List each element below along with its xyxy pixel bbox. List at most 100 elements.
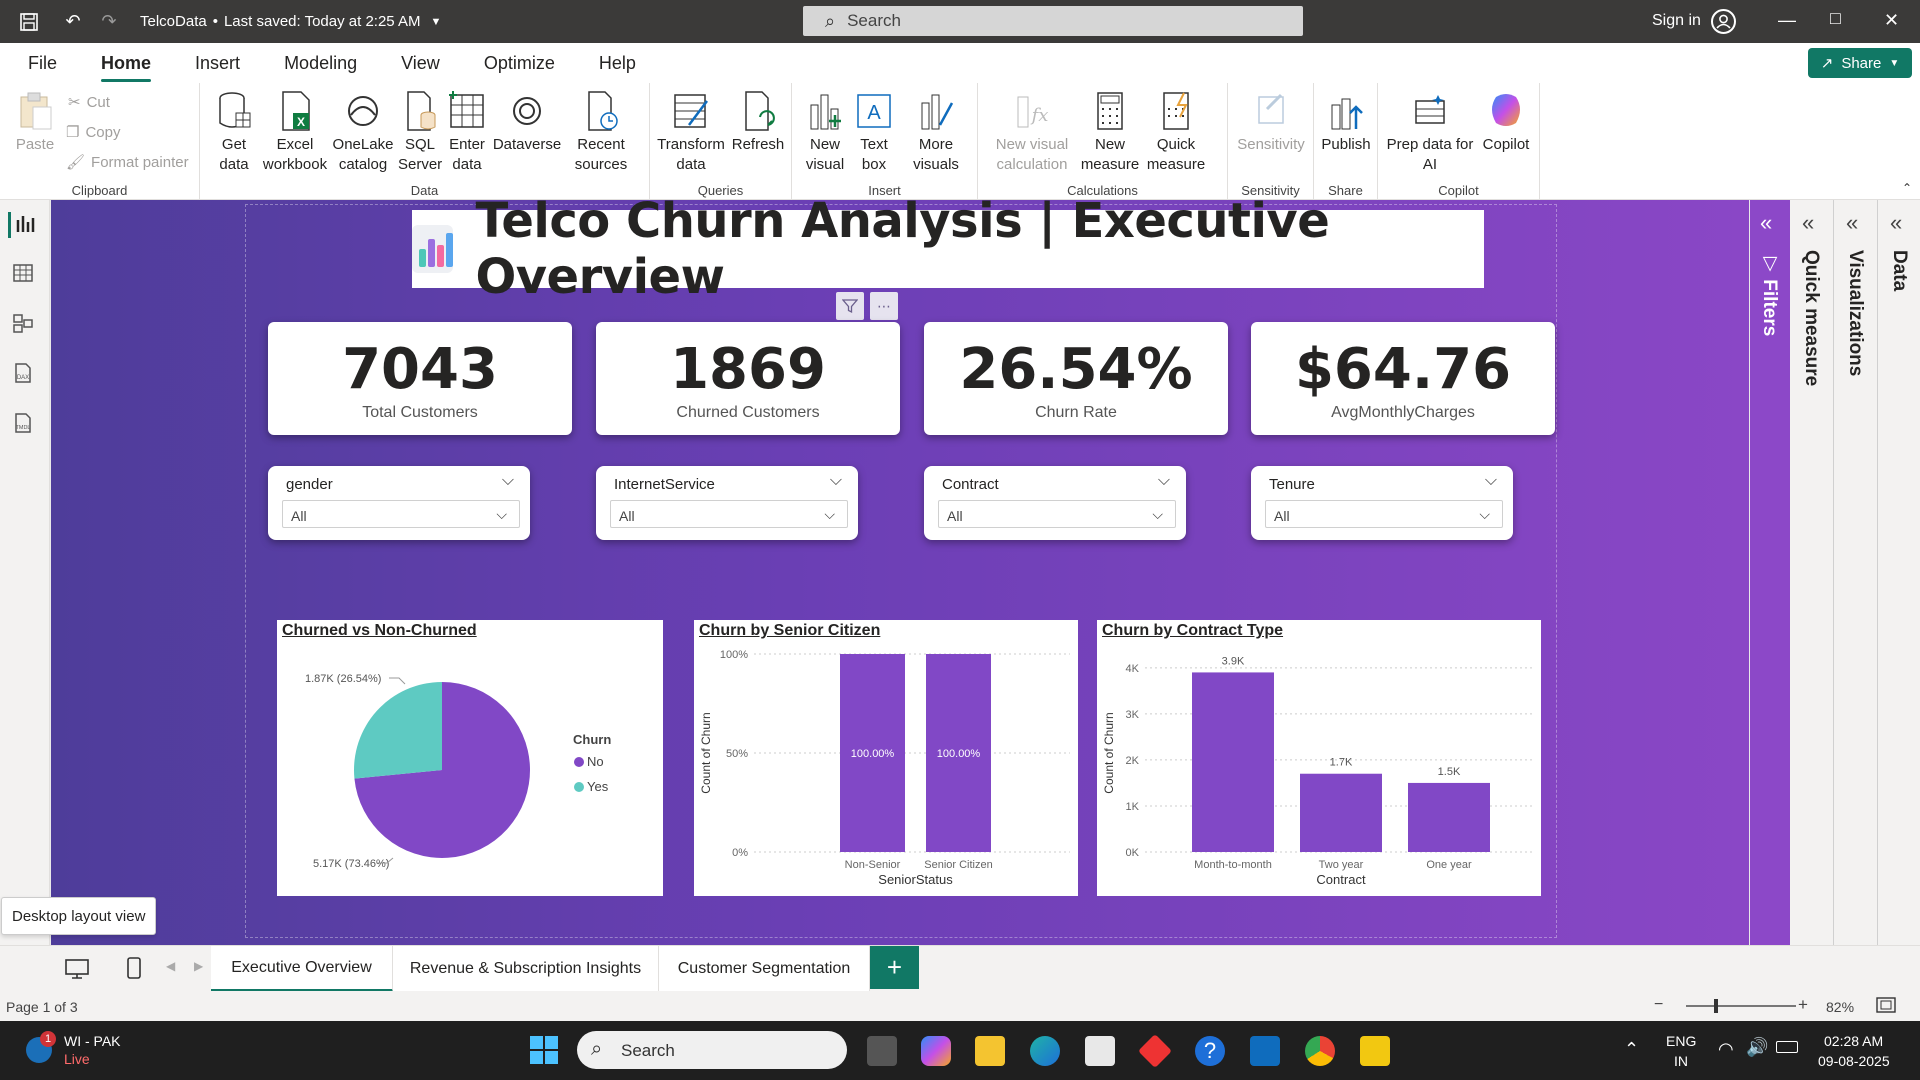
lang1[interactable]: ENG [1666, 1033, 1696, 1049]
publish-button[interactable]: Publish [1318, 89, 1374, 155]
filters-pane[interactable]: « ▽ Filters [1750, 200, 1790, 945]
zoom-slider[interactable] [1686, 999, 1796, 1013]
new-visual-calculation-button[interactable]: fx New visual calculation [990, 89, 1074, 175]
menu-tab-optimize[interactable]: Optimize [480, 47, 559, 80]
enter-data-button[interactable]: Enter data [446, 89, 488, 175]
expand-icon[interactable]: « [1890, 210, 1902, 236]
report-view-icon[interactable] [8, 212, 35, 238]
filter-icon[interactable] [836, 292, 864, 320]
copy-button[interactable]: ❐ Copy [66, 123, 120, 142]
zoom-level[interactable]: 82% [1826, 999, 1854, 1015]
avatar-icon[interactable] [1711, 9, 1736, 34]
get-data-button[interactable]: Get data [210, 89, 258, 175]
kpi-churn-rate[interactable]: 26.54% Churn Rate [924, 322, 1228, 435]
power-bi-icon[interactable] [1360, 1036, 1390, 1066]
undo-icon[interactable]: ↶ [62, 11, 84, 33]
expand-icon[interactable]: « [1760, 210, 1772, 236]
chevron-down-icon[interactable]: ⌵ [1158, 472, 1170, 490]
kpi-total-customers[interactable]: 7043 Total Customers [268, 322, 572, 435]
scroll-right-icon[interactable]: ▶ [194, 959, 203, 973]
menu-tab-help[interactable]: Help [595, 47, 640, 80]
save-icon[interactable] [18, 11, 40, 33]
file-explorer-icon[interactable] [975, 1036, 1005, 1066]
more-options-icon[interactable]: ⋯ [870, 292, 898, 320]
report-title-box[interactable]: Telco Churn Analysis | Executive Overvie… [412, 200, 1484, 305]
desktop-layout-icon[interactable] [64, 958, 90, 985]
volume-icon[interactable]: 🔊 [1746, 1037, 1768, 1058]
prep-data-ai-button[interactable]: Prep data for AI [1386, 89, 1474, 175]
battery-icon[interactable] [1776, 1041, 1798, 1053]
slicer-contract[interactable]: Contract ⌵ All ⌵ [924, 466, 1186, 540]
dataverse-button[interactable]: Dataverse [492, 89, 562, 155]
show-hidden-icons[interactable]: ⌃ [1624, 1039, 1639, 1060]
slicer-internet-service[interactable]: InternetService ⌵ All ⌵ [596, 466, 858, 540]
kpi-churned-customers[interactable]: 1869 Churned Customers [596, 322, 900, 435]
menu-tab-insert[interactable]: Insert [191, 47, 244, 80]
quick-measure-pane[interactable]: « Quick measure [1790, 200, 1834, 945]
add-page-button[interactable]: + [870, 946, 919, 989]
senior-bar-chart-card[interactable]: 0% 50% 100% 100.00% Non-Senior 100.00% Senior … [694, 620, 1078, 896]
chevron-down-icon[interactable]: ▼ [431, 16, 442, 28]
text-box-button[interactable]: A Text box [854, 89, 894, 175]
format-painter-button[interactable]: 🖌 Format painter [66, 153, 189, 172]
visualizations-pane[interactable]: « Visualizations [1834, 200, 1878, 945]
taskbar-search[interactable]: ⌕ Search [577, 1031, 847, 1069]
dax-query-view-icon[interactable]: DAX [12, 362, 38, 388]
task-view-icon[interactable] [867, 1036, 897, 1066]
share-button[interactable]: ↗ Share ▼ [1808, 48, 1912, 78]
menu-tab-file[interactable]: File [24, 47, 61, 80]
tmdl-view-icon[interactable]: TMDL [12, 412, 38, 438]
table-view-icon[interactable] [12, 262, 38, 288]
menu-tab-view[interactable]: View [397, 47, 444, 80]
chrome-icon[interactable] [1305, 1036, 1335, 1066]
scroll-left-icon[interactable]: ◀ [166, 959, 175, 973]
slicer-dropdown[interactable]: All ⌵ [1265, 500, 1503, 528]
weather-widget[interactable]: 1 WI - PAK Live [24, 1029, 144, 1073]
zoom-in-icon[interactable]: + [1798, 995, 1808, 1015]
transform-data-button[interactable]: Transform data [656, 89, 726, 175]
data-pane[interactable]: « Data [1878, 200, 1920, 945]
recent-sources-button[interactable]: Recent sources [566, 89, 636, 175]
edge-icon[interactable] [1030, 1036, 1060, 1066]
close-icon[interactable]: ✕ [1884, 10, 1899, 31]
refresh-button[interactable]: Refresh [730, 89, 786, 155]
zoom-out-icon[interactable]: − [1654, 996, 1663, 1014]
collapse-ribbon-icon[interactable]: ⌃ [1902, 181, 1912, 195]
help-app-icon[interactable]: ? [1195, 1036, 1225, 1066]
tab-customer-segmentation[interactable]: Customer Segmentation [659, 946, 870, 992]
copilot-button[interactable]: Copilot [1476, 89, 1536, 155]
new-measure-button[interactable]: New measure [1080, 89, 1140, 175]
search-box[interactable]: ⌕ Search [803, 6, 1303, 36]
minimize-icon[interactable]: — [1778, 10, 1796, 31]
zoom-thumb[interactable] [1714, 999, 1718, 1013]
kpi-avg-monthly-charges[interactable]: $64.76 AvgMonthlyCharges [1251, 322, 1555, 435]
model-view-icon[interactable] [12, 312, 38, 338]
slicer-dropdown[interactable]: All ⌵ [610, 500, 848, 528]
outlook-icon[interactable] [1250, 1036, 1280, 1066]
sign-in-link[interactable]: Sign in [1652, 12, 1701, 30]
cut-button[interactable]: ✂ Cut [68, 93, 110, 112]
sensitivity-button[interactable]: Sensitivity [1234, 89, 1308, 155]
wifi-icon[interactable]: ◠ [1718, 1039, 1734, 1060]
slicer-dropdown[interactable]: All ⌵ [938, 500, 1176, 528]
expand-icon[interactable]: « [1802, 210, 1814, 236]
slicer-tenure[interactable]: Tenure ⌵ All ⌵ [1251, 466, 1513, 540]
maximize-icon[interactable]: □ [1830, 8, 1841, 29]
onelake-catalog-button[interactable]: OneLake catalog [330, 89, 396, 175]
last-saved-label[interactable]: Last saved: Today at 2:25 AM [224, 13, 421, 30]
start-icon[interactable] [529, 1035, 559, 1065]
paste-button[interactable]: Paste [12, 89, 58, 155]
menu-tab-modeling[interactable]: Modeling [280, 47, 361, 80]
contract-bar-chart-card[interactable]: 0K 1K 2K 3K 4K 3.9K Month-to-month 1.7K Two year… [1097, 620, 1541, 896]
chevron-down-icon[interactable]: ⌵ [502, 472, 514, 490]
more-visuals-button[interactable]: More visuals [902, 89, 970, 175]
slicer-dropdown[interactable]: All ⌵ [282, 500, 520, 528]
expand-icon[interactable]: « [1846, 210, 1858, 236]
mobile-layout-icon[interactable] [126, 956, 142, 985]
sql-server-button[interactable]: SQL Server [398, 89, 442, 175]
store-icon[interactable] [1085, 1036, 1115, 1066]
copilot-app-icon[interactable] [921, 1036, 951, 1066]
slicer-gender[interactable]: gender ⌵ All ⌵ [268, 466, 530, 540]
clock-time[interactable]: 02:28 AM [1824, 1033, 1883, 1049]
redo-icon[interactable]: ↷ [98, 11, 120, 33]
